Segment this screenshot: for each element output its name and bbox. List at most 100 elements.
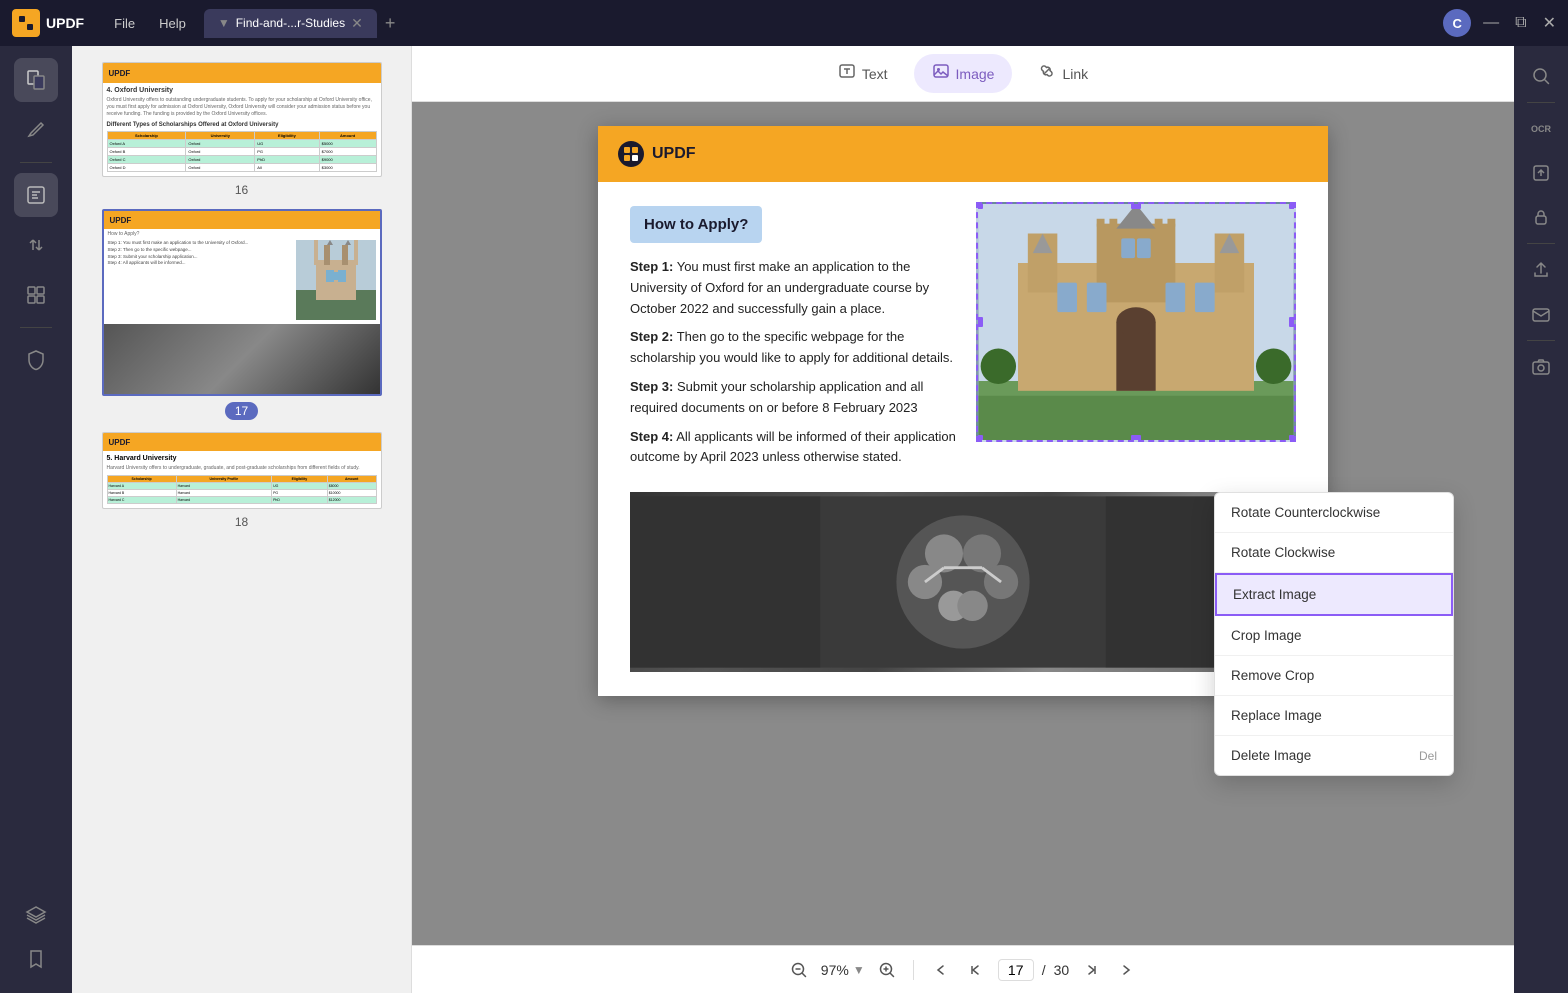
link-tool-button[interactable]: Link bbox=[1020, 54, 1106, 93]
page-nav: / 30 bbox=[998, 959, 1069, 981]
handle-bottom-right[interactable] bbox=[1289, 435, 1296, 442]
step-2: Step 2: Then go to the specific webpage … bbox=[630, 327, 956, 369]
minimize-button[interactable]: — bbox=[1483, 14, 1499, 32]
thumbnail-label-17: 17 bbox=[225, 402, 258, 420]
page-logo-icon bbox=[618, 141, 644, 167]
zoom-out-button[interactable] bbox=[785, 956, 813, 984]
logo-icon bbox=[12, 9, 40, 37]
right-divider-3 bbox=[1527, 340, 1555, 341]
sidebar-icon-pages[interactable] bbox=[14, 58, 58, 102]
total-pages: 30 bbox=[1054, 962, 1070, 978]
tab-close-icon[interactable]: ✕ bbox=[351, 15, 363, 32]
context-menu-rotate-cw[interactable]: Rotate Clockwise bbox=[1215, 533, 1453, 573]
sidebar-icon-organize[interactable] bbox=[14, 273, 58, 317]
menu-file[interactable]: File bbox=[104, 12, 145, 35]
first-page-button[interactable] bbox=[926, 956, 954, 984]
handle-top-right[interactable] bbox=[1289, 202, 1296, 209]
thumbnail-item-16[interactable]: UPDF 4. Oxford University Oxford Univers… bbox=[84, 62, 399, 197]
thumbnail-item-17[interactable]: UPDF How to Apply? Step 1: You must firs… bbox=[84, 209, 399, 420]
apply-heading: How to Apply? bbox=[630, 206, 762, 243]
thumbnail-image-18: UPDF 5. Harvard University Harvard Unive… bbox=[102, 432, 382, 509]
thumbnail-label-18: 18 bbox=[235, 515, 248, 529]
thumbnail-image-17: UPDF How to Apply? Step 1: You must firs… bbox=[102, 209, 382, 396]
zoom-dropdown-icon[interactable]: ▼ bbox=[853, 963, 865, 977]
context-menu-delete[interactable]: Delete Image Del bbox=[1215, 736, 1453, 775]
handle-top-middle[interactable] bbox=[1131, 202, 1141, 209]
context-menu-crop[interactable]: Crop Image bbox=[1215, 616, 1453, 656]
image-container[interactable] bbox=[976, 202, 1296, 476]
apply-text: How to Apply? Step 1: You must first mak… bbox=[630, 206, 956, 476]
tab-dropdown-icon: ▼ bbox=[218, 16, 230, 30]
menu-help[interactable]: Help bbox=[149, 12, 196, 35]
page-header-logo: UPDF bbox=[618, 141, 696, 167]
app-logo: UPDF bbox=[12, 9, 84, 37]
delete-shortcut: Del bbox=[1419, 749, 1437, 763]
sidebar-bottom bbox=[14, 893, 58, 981]
active-tab[interactable]: ▼ Find-and-...r-Studies ✕ bbox=[204, 9, 377, 38]
selected-image[interactable] bbox=[976, 202, 1296, 442]
handle-middle-left[interactable] bbox=[976, 317, 983, 327]
prev-page-button[interactable] bbox=[962, 956, 990, 984]
context-menu-extract[interactable]: Extract Image bbox=[1215, 573, 1453, 616]
tab-add-icon[interactable]: + bbox=[385, 13, 396, 34]
image-tool-button[interactable]: Image bbox=[914, 54, 1013, 93]
avatar[interactable]: C bbox=[1443, 9, 1471, 37]
context-menu-replace[interactable]: Replace Image bbox=[1215, 696, 1453, 736]
page-input[interactable] bbox=[998, 959, 1034, 981]
titlebar: UPDF File Help ▼ Find-and-...r-Studies ✕… bbox=[0, 0, 1568, 46]
handle-top-left[interactable] bbox=[976, 202, 983, 209]
right-share-icon[interactable] bbox=[1523, 252, 1559, 288]
right-divider-1 bbox=[1527, 102, 1555, 103]
page-header-bar: UPDF bbox=[598, 126, 1328, 182]
sidebar-icon-annotate[interactable] bbox=[14, 108, 58, 152]
tab-area: ▼ Find-and-...r-Studies ✕ + bbox=[204, 9, 1435, 38]
window-controls: — ⧉ ✕ bbox=[1483, 13, 1556, 33]
apply-steps: Step 1: You must first make an applicati… bbox=[630, 257, 956, 468]
context-menu-remove-crop[interactable]: Remove Crop bbox=[1215, 656, 1453, 696]
thumbnail-item-18[interactable]: UPDF 5. Harvard University Harvard Unive… bbox=[84, 432, 399, 529]
right-panel: OCR bbox=[1514, 46, 1568, 993]
right-lock-icon[interactable] bbox=[1523, 199, 1559, 235]
handle-bottom-middle[interactable] bbox=[1131, 435, 1141, 442]
thumbnail-image-16: UPDF 4. Oxford University Oxford Univers… bbox=[102, 62, 382, 177]
right-snapshot-icon[interactable] bbox=[1523, 349, 1559, 385]
thumbnail-panel: UPDF 4. Oxford University Oxford Univers… bbox=[72, 46, 412, 993]
right-export-icon[interactable] bbox=[1523, 155, 1559, 191]
step-3: Step 3: Submit your scholarship applicat… bbox=[630, 377, 956, 419]
next-page-button[interactable] bbox=[1077, 956, 1105, 984]
sidebar-divider-1 bbox=[20, 162, 52, 163]
image-tool-label: Image bbox=[956, 66, 995, 82]
bottom-toolbar: 97% ▼ / 30 bbox=[412, 945, 1514, 993]
separator-1 bbox=[913, 960, 914, 980]
sidebar-icon-security[interactable] bbox=[14, 338, 58, 382]
menu-bar: File Help bbox=[104, 12, 196, 35]
text-tool-button[interactable]: Text bbox=[820, 54, 906, 93]
right-search-icon[interactable] bbox=[1523, 58, 1559, 94]
handle-bottom-left[interactable] bbox=[976, 435, 983, 442]
right-ocr-icon[interactable]: OCR bbox=[1523, 111, 1559, 147]
last-page-button[interactable] bbox=[1113, 956, 1141, 984]
sidebar-icon-bookmark[interactable] bbox=[14, 937, 58, 981]
right-mail-icon[interactable] bbox=[1523, 296, 1559, 332]
close-button[interactable]: ✕ bbox=[1543, 13, 1556, 33]
zoom-in-button[interactable] bbox=[873, 956, 901, 984]
bottom-image bbox=[630, 492, 1296, 672]
step-1: Step 1: You must first make an applicati… bbox=[630, 257, 956, 319]
context-menu-rotate-ccw[interactable]: Rotate Counterclockwise bbox=[1215, 493, 1453, 533]
right-divider-2 bbox=[1527, 243, 1555, 244]
sidebar-icon-edit[interactable] bbox=[14, 173, 58, 217]
page-separator: / bbox=[1042, 962, 1046, 978]
content-area: Text Image Link bbox=[412, 46, 1514, 993]
maximize-button[interactable]: ⧉ bbox=[1515, 14, 1526, 32]
main-layout: UPDF 4. Oxford University Oxford Univers… bbox=[0, 46, 1568, 993]
sidebar-icon-layers[interactable] bbox=[14, 893, 58, 937]
how-to-apply-section: How to Apply? Step 1: You must first mak… bbox=[630, 206, 1296, 476]
zoom-display: 97% ▼ bbox=[821, 962, 865, 978]
link-tool-label: Link bbox=[1062, 66, 1088, 82]
sidebar-icon-convert[interactable] bbox=[14, 223, 58, 267]
handle-middle-right[interactable] bbox=[1289, 317, 1296, 327]
tab-label: Find-and-...r-Studies bbox=[236, 16, 345, 30]
text-tool-icon bbox=[838, 62, 856, 85]
link-tool-icon bbox=[1038, 62, 1056, 85]
page-header-title: UPDF bbox=[652, 145, 696, 163]
